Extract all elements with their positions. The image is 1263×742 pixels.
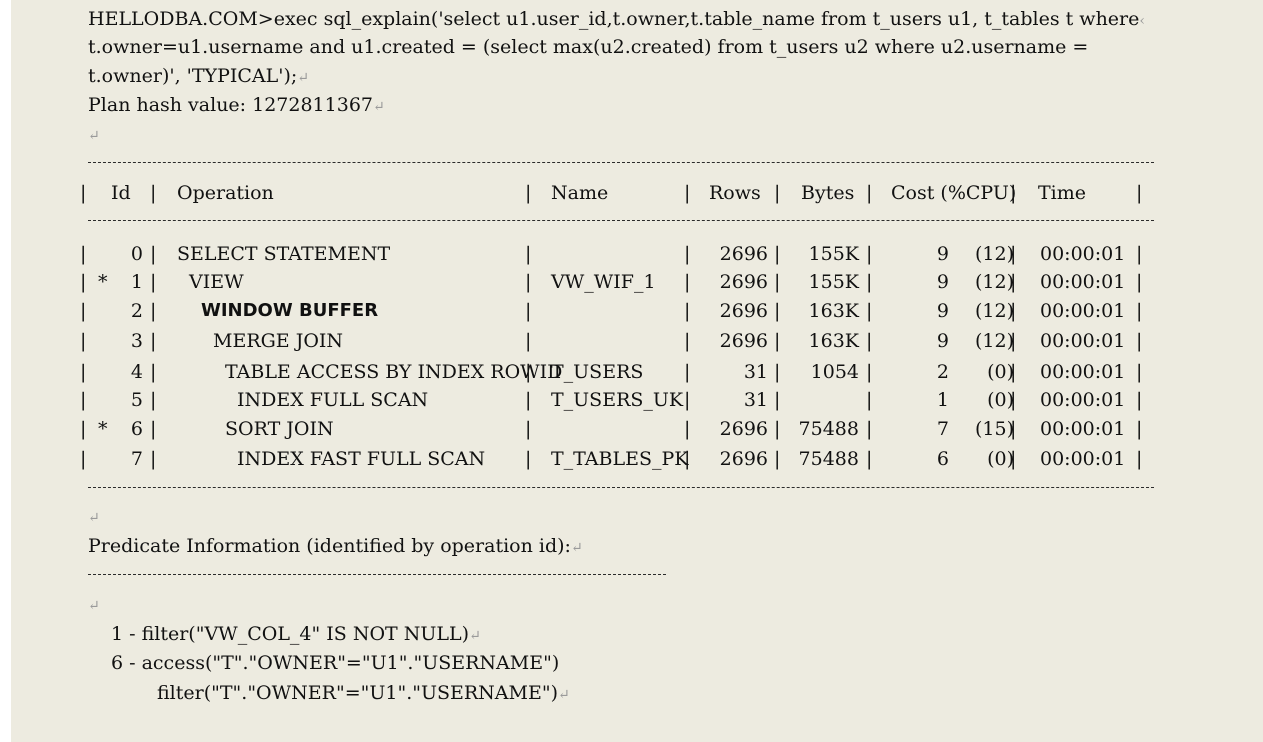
- predicate-line-3: filter("T"."OWNER"="U1"."USERNAME")↵: [157, 682, 570, 704]
- predicate-title: Predicate Information (identified by ope…: [88, 535, 583, 557]
- column-separator: |: [1136, 448, 1143, 470]
- paragraph-mark-icon: ↵: [88, 128, 100, 144]
- column-separator: |: [1136, 389, 1143, 411]
- column-separator: |: [866, 182, 873, 204]
- row-time: 00:00:01: [1040, 243, 1126, 265]
- command-line-1: HELLODBA.COM>exec sql_explain('select u1…: [88, 8, 1145, 30]
- header-operation: Operation: [177, 182, 274, 204]
- row-cpu: (15): [974, 418, 1014, 440]
- predicate-rule: [88, 574, 666, 575]
- document-page: HELLODBA.COM>exec sql_explain('select u1…: [11, 0, 1263, 742]
- row-cpu: (12): [974, 243, 1014, 265]
- row-time: 00:00:01: [1040, 300, 1126, 322]
- column-separator: |: [684, 182, 691, 204]
- row-cpu: (12): [974, 330, 1014, 352]
- row-time: 00:00:01: [1040, 448, 1126, 470]
- header-id: Id: [111, 182, 131, 204]
- column-separator: |: [1136, 271, 1143, 293]
- column-separator: |: [1136, 418, 1143, 440]
- paragraph-mark-icon: ↵: [469, 628, 481, 644]
- plan-hash-value: Plan hash value: 1272811367↵: [88, 94, 385, 116]
- paragraph-mark-icon: ↵: [88, 598, 100, 614]
- row-time: 00:00:01: [1040, 361, 1126, 383]
- row-time: 00:00:01: [1040, 271, 1126, 293]
- column-separator: |: [525, 182, 532, 204]
- row-time: 00:00:01: [1040, 389, 1126, 411]
- row-cpu: (0): [987, 361, 1014, 383]
- row-cpu: (12): [974, 271, 1014, 293]
- paragraph-mark-icon: ↵: [297, 70, 310, 86]
- row-cpu: (12): [974, 300, 1014, 322]
- paragraph-mark-icon: ↵: [88, 510, 100, 526]
- column-separator: |: [1136, 300, 1143, 322]
- blank-line: ↵: [88, 123, 100, 147]
- paragraph-mark-icon: ‹: [1139, 13, 1145, 29]
- blank-line: ↵: [88, 505, 100, 529]
- header-cost: Cost (%CPU): [891, 182, 1017, 204]
- header-name: Name: [551, 182, 609, 204]
- column-separator: |: [774, 182, 781, 204]
- predicate-line-2: 6 - access("T"."OWNER"="U1"."USERNAME"): [111, 652, 560, 674]
- table-rule-header: [88, 220, 1154, 221]
- table-rule-bottom: [88, 487, 1154, 488]
- command-line-3: t.owner)', 'TYPICAL');↵: [88, 65, 310, 87]
- column-separator: |: [1136, 361, 1143, 383]
- predicate-line-1: 1 - filter("VW_COL_4" IS NOT NULL)↵: [111, 623, 481, 645]
- paragraph-mark-icon: ↵: [558, 687, 570, 703]
- header-rows: Rows: [709, 182, 761, 204]
- table-rule-top: [88, 162, 1154, 163]
- header-time: Time: [1038, 182, 1087, 204]
- paragraph-mark-icon: ↵: [373, 99, 385, 115]
- row-time: 00:00:01: [1040, 330, 1126, 352]
- column-separator: |: [1136, 330, 1143, 352]
- paragraph-mark-icon: ↵: [570, 540, 583, 556]
- row-time: 00:00:01: [1040, 418, 1126, 440]
- column-separator: |: [150, 182, 157, 204]
- column-separator: |: [1136, 243, 1143, 265]
- column-separator: |: [80, 182, 87, 204]
- row-cpu: (0): [987, 389, 1014, 411]
- column-separator: |: [1136, 182, 1143, 204]
- header-bytes: Bytes: [801, 182, 855, 204]
- command-line-2: t.owner=u1.username and u1.created = (se…: [88, 36, 1089, 58]
- row-cpu: (0): [987, 448, 1014, 470]
- blank-line: ↵: [88, 593, 100, 617]
